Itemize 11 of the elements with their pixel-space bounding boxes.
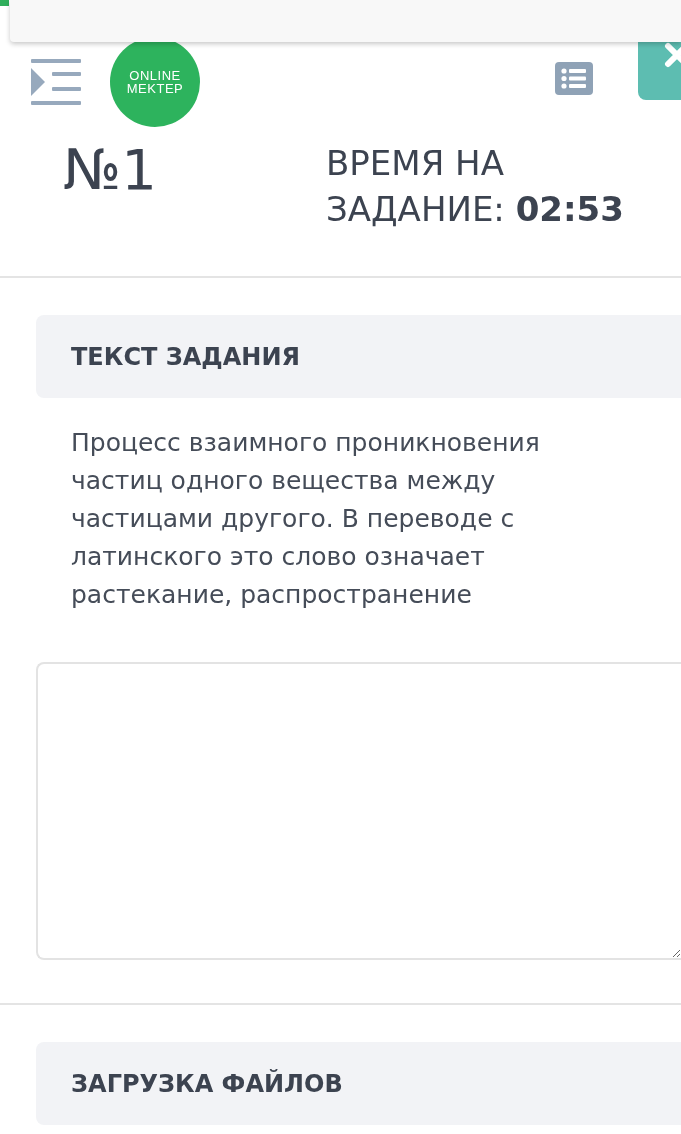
menu-indent-icon[interactable] bbox=[31, 59, 81, 105]
list-icon[interactable] bbox=[555, 62, 593, 95]
section-header: ТЕКСТ ЗАДАНИЯ bbox=[36, 315, 681, 398]
task-text: Процесс взаимного проникновения частиц одного вещества между частицами другого. В переводе с латинского это слово означает растекание, распространение bbox=[71, 427, 541, 611]
close-icon bbox=[664, 42, 681, 68]
accent-strip bbox=[0, 0, 9, 6]
section-header[interactable]: ЗАГРУЗКА ФАЙЛОВ bbox=[36, 1042, 681, 1125]
close-button[interactable] bbox=[638, 40, 681, 100]
task-timer: ВРЕМЯ НА ЗАДАНИЕ: 02:53 bbox=[326, 142, 625, 231]
task-number: №1 bbox=[63, 140, 158, 204]
answer-field[interactable] bbox=[36, 662, 681, 960]
